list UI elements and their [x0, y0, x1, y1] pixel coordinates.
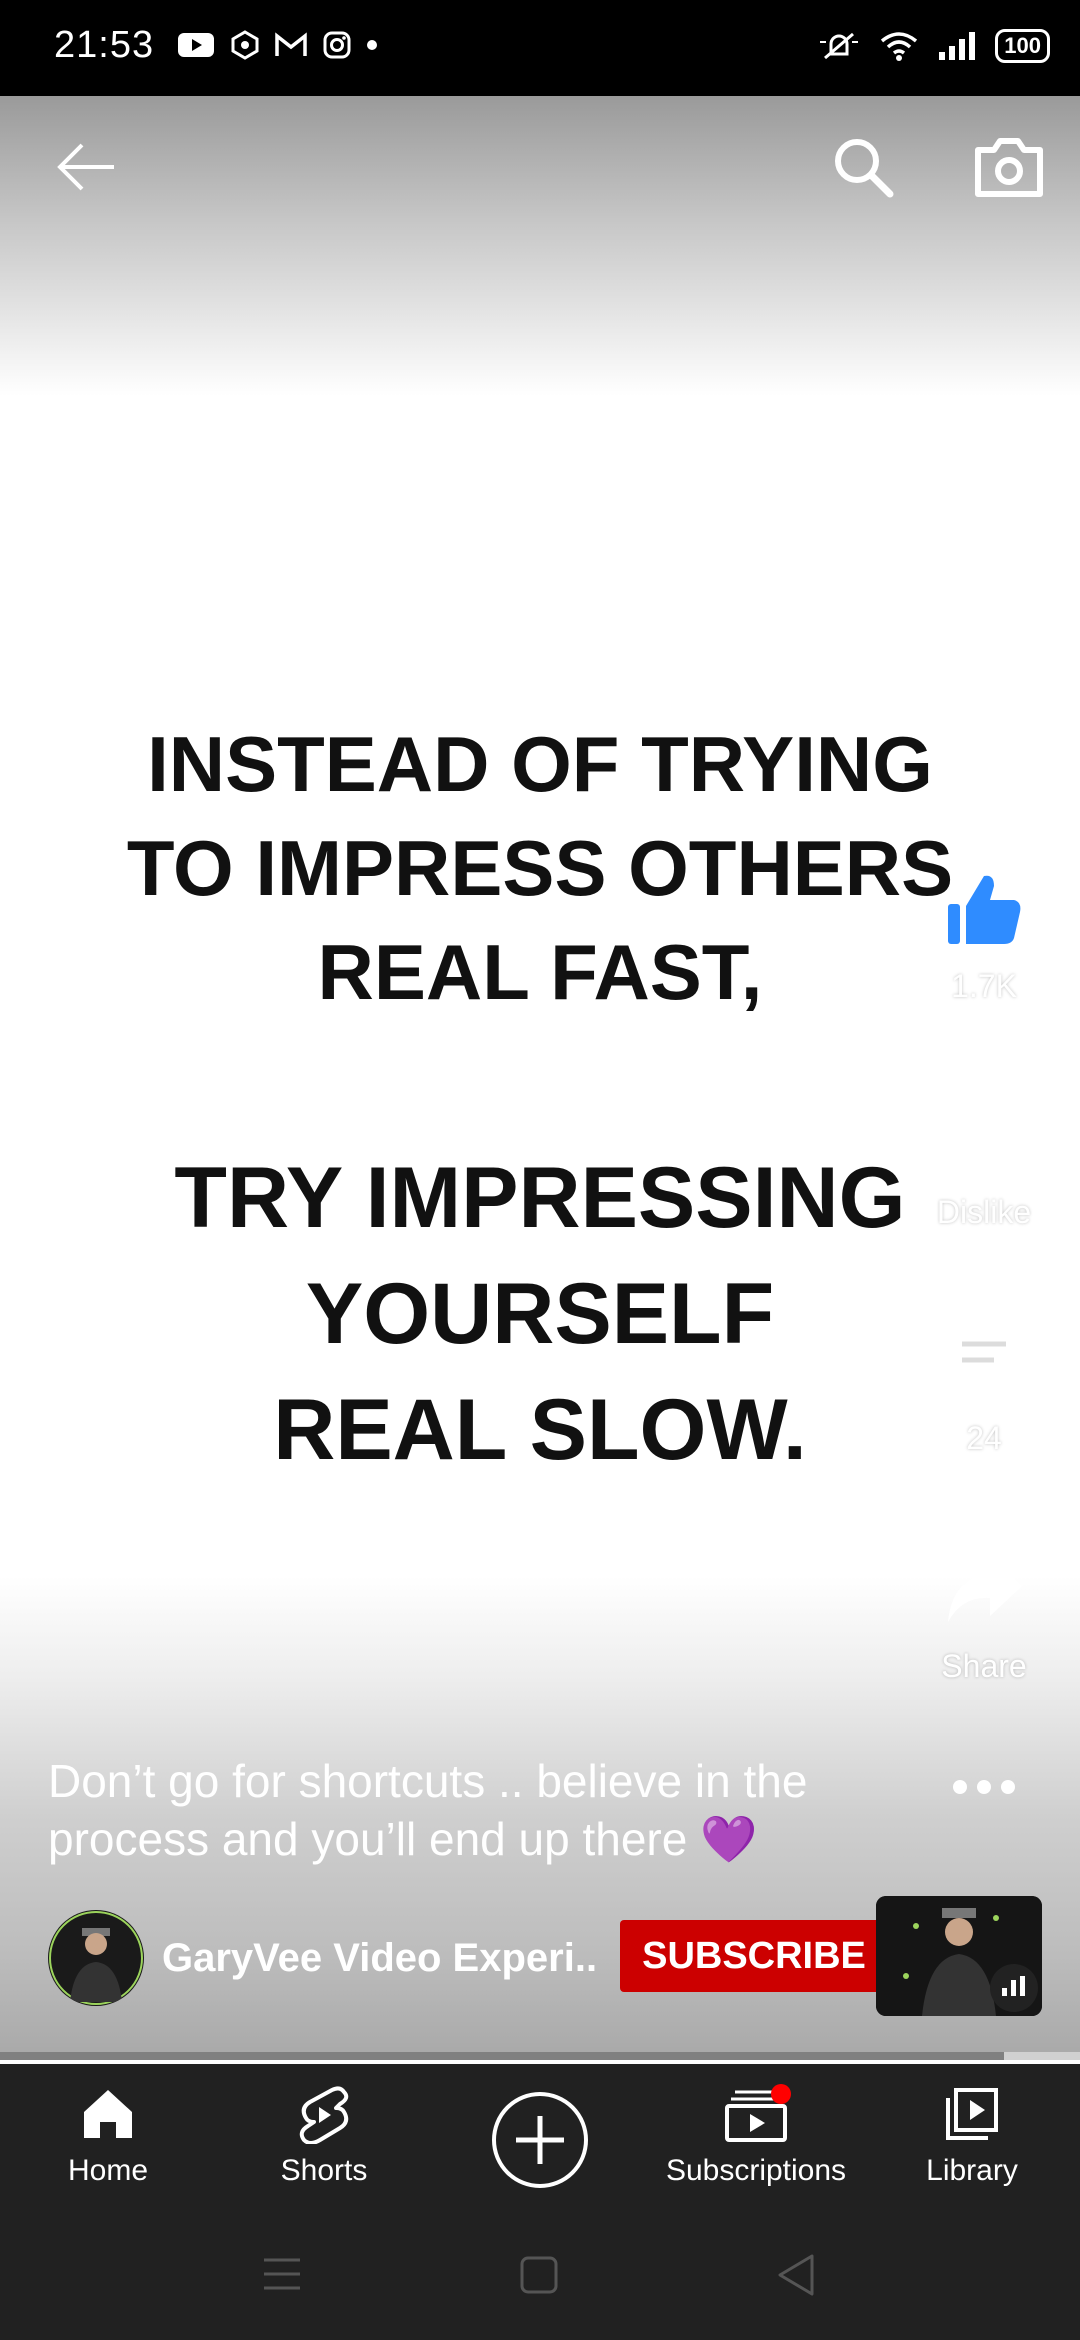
channel-name[interactable]: GaryVee Video Experi..	[162, 1936, 597, 1981]
search-icon[interactable]	[826, 130, 900, 204]
hexagon-app-icon	[231, 30, 259, 60]
youtube-icon	[178, 33, 214, 57]
system-status-icons: 100	[817, 28, 1050, 64]
instagram-icon	[323, 31, 351, 59]
notification-icons	[176, 30, 378, 60]
nav-library-label: Library	[926, 2154, 1018, 2187]
signal-icon	[939, 32, 976, 60]
share-button[interactable]: Share	[924, 1548, 1044, 1685]
back-arrow-icon[interactable]	[48, 130, 122, 204]
comments-button[interactable]: 24	[924, 1320, 1044, 1457]
status-time: 21:53	[54, 24, 155, 66]
dot-icon	[367, 40, 377, 50]
mute-bell-icon	[820, 32, 859, 60]
nav-shorts[interactable]: Shorts	[216, 2084, 432, 2188]
video-caption[interactable]: Don’t go for shortcuts .. believe in the…	[48, 1752, 908, 1868]
video-progress-fill	[0, 2052, 1005, 2060]
quote-line: YOURSELF	[305, 1266, 775, 1362]
nav-subscriptions-label: Subscriptions	[665, 2154, 847, 2187]
recent-apps-icon[interactable]	[260, 2254, 304, 2294]
nav-home[interactable]: Home	[0, 2084, 216, 2188]
comment-icon	[947, 1325, 1021, 1397]
video-quote-top: INSTEAD OF TRYING TO IMPRESS OTHERS REAL…	[40, 712, 1040, 1024]
battery-icon: 100	[995, 29, 1050, 63]
like-button[interactable]: 1.7K	[924, 868, 1044, 1005]
nav-subscriptions[interactable]: Subscriptions	[648, 2084, 864, 2188]
quote-line: TO IMPRESS OTHERS	[126, 824, 954, 912]
library-icon	[946, 2088, 998, 2140]
thumbs-down-icon	[947, 1100, 1020, 1171]
nav-shorts-label: Shorts	[280, 2154, 368, 2187]
status-bar: 21:53 100	[0, 0, 1080, 96]
thumbs-up-icon	[948, 875, 1021, 944]
shorts-icon	[299, 2086, 349, 2144]
quote-line: TRY IMPRESSING	[174, 1150, 906, 1246]
create-plus-icon	[492, 2092, 588, 2188]
quote-line: INSTEAD OF TRYING	[147, 720, 933, 808]
dislike-button[interactable]: Dislike	[924, 1094, 1044, 1231]
video-quote-bottom: TRY IMPRESSING YOURSELF REAL SLOW.	[40, 1140, 1040, 1488]
comment-count: 24	[966, 1420, 1002, 1456]
camera-icon[interactable]	[972, 130, 1046, 204]
sound-bars-icon	[990, 1964, 1038, 2012]
nav-library[interactable]: Library	[864, 2084, 1080, 2188]
sound-thumbnail[interactable]	[876, 1896, 1042, 2016]
like-count: 1.7K	[951, 968, 1017, 1004]
channel-avatar[interactable]	[48, 1910, 144, 2006]
wifi-icon	[881, 32, 918, 61]
home-icon	[84, 2090, 132, 2138]
quote-line: REAL SLOW.	[273, 1382, 807, 1478]
subscriptions-icon	[725, 2084, 791, 2142]
more-icon	[953, 1780, 1015, 1794]
more-options-button[interactable]	[924, 1772, 1044, 1810]
dislike-label: Dislike	[936, 1194, 1032, 1230]
back-system-icon[interactable]	[774, 2252, 818, 2298]
share-icon	[948, 1556, 1022, 1622]
nav-home-label: Home	[67, 2154, 149, 2187]
system-navigation-bar	[0, 2212, 1080, 2340]
video-progress-bar[interactable]	[0, 2052, 1080, 2060]
gmail-icon	[275, 32, 307, 56]
subscribe-button[interactable]: SUBSCRIBE	[620, 1920, 888, 1992]
quote-line: REAL FAST,	[317, 928, 763, 1016]
share-label: Share	[941, 1648, 1027, 1684]
nav-create[interactable]	[432, 2090, 648, 2200]
person-icon	[49, 1911, 143, 2005]
home-system-icon[interactable]	[518, 2254, 562, 2298]
